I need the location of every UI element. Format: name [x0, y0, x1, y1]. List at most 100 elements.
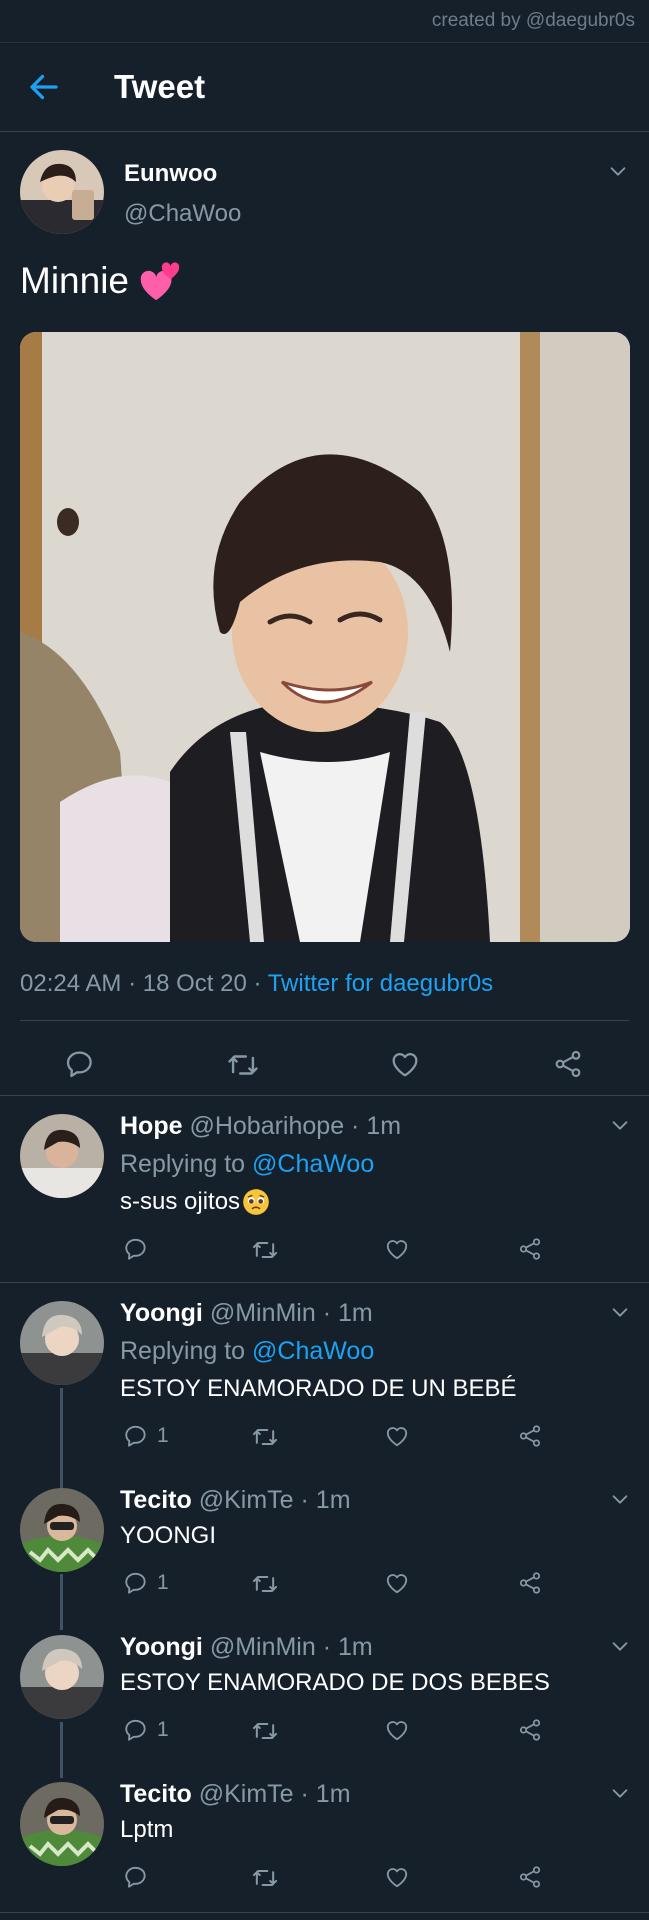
- reply-header: Tecito @KimTe · 1m: [120, 1780, 351, 1809]
- reply-header: Tecito @KimTe · 1m: [120, 1486, 351, 1515]
- author-avatar[interactable]: [20, 150, 104, 234]
- reply-count: 1: [157, 1571, 169, 1594]
- share-button[interactable]: [517, 1717, 543, 1743]
- meta-separator: ·: [253, 970, 262, 997]
- share-button[interactable]: [517, 1236, 543, 1262]
- share-icon: [517, 1423, 543, 1449]
- retweet-button[interactable]: [251, 1570, 279, 1598]
- divider: [0, 1912, 649, 1913]
- like-button[interactable]: [384, 1236, 410, 1262]
- watermark-text: created by @daegubr0s: [431, 10, 635, 31]
- reply-author-handle[interactable]: @KimTe: [199, 1780, 294, 1808]
- reply-icon: [123, 1717, 149, 1743]
- chevron-down-icon[interactable]: [609, 1635, 631, 1657]
- reply-item[interactable]: Tecito @KimTe · 1m YOONGI 1: [0, 1470, 649, 1618]
- reply-text: ESTOY ENAMORADO DE DOS BEBES: [120, 1669, 550, 1697]
- retweet-button[interactable]: [251, 1864, 279, 1892]
- reply-author-name[interactable]: Tecito: [120, 1780, 192, 1808]
- retweet-button[interactable]: [226, 1048, 260, 1082]
- reply-header: Hope @Hobarihope · 1m: [120, 1112, 401, 1141]
- share-icon: [517, 1236, 543, 1262]
- tweet-meta: 02:24 AM · 18 Oct 20 · Twitter for daegu…: [20, 970, 493, 998]
- reply-time: 1m: [338, 1299, 373, 1327]
- reply-author-handle[interactable]: @Hobarihope: [189, 1112, 344, 1140]
- reply-avatar[interactable]: [20, 1782, 104, 1866]
- chevron-down-icon[interactable]: [609, 1782, 631, 1804]
- like-button[interactable]: [384, 1570, 410, 1596]
- reply-time: 1m: [315, 1780, 351, 1808]
- retweet-button[interactable]: [251, 1236, 279, 1264]
- tweet-photo[interactable]: [20, 332, 630, 942]
- reply-text-content: ESTOY ENAMORADO DE DOS BEBES: [120, 1669, 550, 1696]
- reply-item[interactable]: Yoongi @MinMin · 1m ESTOY ENAMORADO DE D…: [0, 1617, 649, 1765]
- reply-avatar[interactable]: [20, 1635, 104, 1719]
- retweet-icon: [251, 1570, 279, 1598]
- share-button[interactable]: [552, 1048, 584, 1080]
- share-icon: [517, 1717, 543, 1743]
- reply-item[interactable]: Yoongi @MinMin · 1m Replying to @ChaWoo …: [0, 1283, 649, 1481]
- reply-count: 1: [157, 1424, 169, 1447]
- tweet-date: 18 Oct 20: [142, 970, 247, 997]
- tweet-client-link[interactable]: Twitter for daegubr0s: [268, 970, 493, 997]
- reply-button[interactable]: [123, 1236, 157, 1262]
- author-handle[interactable]: @ChaWoo: [124, 200, 241, 228]
- chevron-down-icon[interactable]: [609, 1488, 631, 1510]
- reply-button[interactable]: 1: [123, 1717, 169, 1743]
- share-button[interactable]: [517, 1423, 543, 1449]
- reply-button[interactable]: [64, 1048, 96, 1080]
- reply-button[interactable]: 1: [123, 1570, 169, 1596]
- tweet-time: 02:24 AM: [20, 970, 122, 997]
- retweet-icon: [251, 1864, 279, 1892]
- chevron-down-icon[interactable]: [607, 160, 629, 182]
- like-button[interactable]: [384, 1864, 410, 1890]
- reply-button[interactable]: [123, 1864, 157, 1890]
- reply-avatar[interactable]: [20, 1114, 104, 1198]
- replying-to-mention[interactable]: @ChaWoo: [252, 1150, 374, 1178]
- reply-author-name[interactable]: Yoongi: [120, 1633, 203, 1661]
- retweet-button[interactable]: [251, 1423, 279, 1451]
- reply-separator: ·: [300, 1486, 309, 1514]
- replying-to-mention[interactable]: @ChaWoo: [252, 1337, 374, 1365]
- like-button[interactable]: [384, 1423, 410, 1449]
- reply-text: YOONGI: [120, 1522, 216, 1550]
- reply-author-name[interactable]: Yoongi: [120, 1299, 203, 1327]
- reply-author-handle[interactable]: @MinMin: [210, 1299, 316, 1327]
- share-button[interactable]: [517, 1864, 543, 1890]
- chevron-down-icon[interactable]: [609, 1301, 631, 1323]
- two-hearts-emoji-icon: [137, 258, 183, 304]
- retweet-button[interactable]: [251, 1717, 279, 1745]
- back-arrow-icon[interactable]: [26, 69, 62, 105]
- reply-time: 1m: [366, 1112, 402, 1140]
- pleading-face-emoji-icon: [242, 1188, 270, 1216]
- reply-header: Yoongi @MinMin · 1m: [120, 1299, 373, 1328]
- reply-avatar[interactable]: [20, 1301, 104, 1385]
- page-title: Tweet: [114, 68, 206, 105]
- heart-icon: [389, 1048, 421, 1080]
- share-icon: [517, 1864, 543, 1890]
- chevron-down-icon[interactable]: [609, 1114, 631, 1136]
- reply-icon: [123, 1864, 149, 1890]
- retweet-icon: [251, 1423, 279, 1451]
- heart-icon: [384, 1423, 410, 1449]
- share-icon: [552, 1048, 584, 1080]
- like-button[interactable]: [384, 1717, 410, 1743]
- reply-author-handle[interactable]: @KimTe: [199, 1486, 294, 1514]
- retweet-icon: [251, 1236, 279, 1264]
- reply-time: 1m: [338, 1633, 373, 1661]
- reply-author-handle[interactable]: @MinMin: [210, 1633, 316, 1661]
- reply-author-name[interactable]: Hope: [120, 1112, 183, 1140]
- replying-label: Replying to: [120, 1150, 246, 1178]
- heart-icon: [384, 1236, 410, 1262]
- share-button[interactable]: [517, 1570, 543, 1596]
- reply-icon: [64, 1048, 96, 1080]
- reply-author-name[interactable]: Tecito: [120, 1486, 192, 1514]
- reply-separator: ·: [300, 1780, 309, 1808]
- like-button[interactable]: [389, 1048, 421, 1080]
- main-tweet: Eunwoo @ChaWoo Minnie 02:24 AM · 18 Oct …: [0, 132, 649, 1096]
- divider: [20, 1020, 629, 1021]
- author-name[interactable]: Eunwoo: [124, 160, 217, 188]
- reply-button[interactable]: 1: [123, 1423, 169, 1449]
- reply-avatar[interactable]: [20, 1488, 104, 1572]
- reply-item[interactable]: Hope @Hobarihope · 1m Replying to @ChaWo…: [0, 1096, 649, 1282]
- reply-item[interactable]: Tecito @KimTe · 1m Lptm: [0, 1764, 649, 1912]
